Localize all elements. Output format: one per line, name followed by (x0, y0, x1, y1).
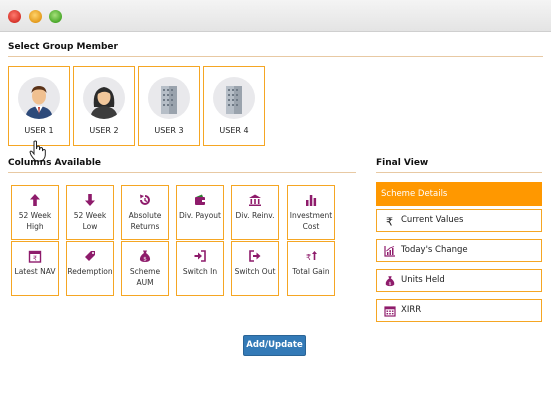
svg-text:$: $ (143, 257, 147, 263)
calendar-icon (384, 306, 396, 317)
column-label: 52 Week High (18, 211, 52, 231)
column-label: Investment Cost (289, 211, 333, 231)
male-user-icon (18, 77, 60, 119)
column-div-reinv[interactable]: Div. Reinv. (231, 185, 279, 240)
final-view-divider (376, 172, 542, 173)
column-label: Redemption (67, 267, 113, 276)
column-label: Div. Reinv. (235, 211, 275, 220)
refresh-icon (140, 194, 150, 205)
rupee-arrow-icon: ₹ (306, 251, 317, 262)
rupee-calendar-icon: ₹ (28, 250, 42, 263)
scheme-details-header: Scheme Details (376, 182, 542, 206)
wallet-icon (195, 194, 205, 205)
minimize-window-button[interactable] (29, 10, 42, 23)
arrow-down-icon (85, 194, 95, 206)
rupee-icon: ₹ (386, 216, 393, 228)
money-bag-icon: $ (385, 276, 395, 287)
arrow-up-icon (30, 194, 40, 206)
bar-chart-icon (306, 195, 317, 206)
final-item-label: Units Held (401, 275, 445, 285)
growth-chart-icon (384, 246, 395, 257)
column-label: Scheme AUM (129, 267, 161, 287)
sign-out-icon (249, 250, 261, 262)
final-item-label: Current Values (401, 215, 464, 225)
column-label: Div. Payout (179, 211, 221, 220)
female-user-icon (83, 77, 125, 119)
group-divider (8, 56, 543, 57)
final-item-label: XIRR (401, 305, 422, 315)
column-label: Switch In (182, 267, 218, 276)
user-card-2[interactable]: USER 2 (73, 66, 135, 146)
final-item-units-held[interactable]: $ Units Held (376, 269, 542, 292)
column-div-payout[interactable]: Div. Payout (176, 185, 224, 240)
column-label: 52 Week Low (73, 211, 107, 231)
user-label-4: USER 4 (219, 126, 249, 135)
user-label-1: USER 1 (24, 126, 54, 135)
svg-text:₹: ₹ (386, 216, 393, 228)
user-label-3: USER 3 (154, 126, 184, 135)
zoom-window-button[interactable] (49, 10, 62, 23)
column-label: Total Gain (292, 267, 330, 276)
user-card-4[interactable]: USER 4 (203, 66, 265, 146)
sign-in-icon (194, 250, 206, 262)
close-window-button[interactable] (8, 10, 21, 23)
window-titlebar (0, 0, 551, 32)
final-view-title: Final View (376, 158, 429, 168)
columns-divider (8, 172, 356, 173)
columns-section-title: Columns Available (8, 158, 102, 168)
final-item-todays-change[interactable]: Today's Change (376, 239, 542, 262)
column-label: Latest NAV (14, 267, 56, 276)
user-card-1[interactable]: USER 1 (8, 66, 70, 146)
column-label: Absolute Returns (128, 211, 162, 231)
user-label-2: USER 2 (89, 126, 119, 135)
column-switch-in[interactable]: Switch In (176, 241, 224, 296)
column-investment-cost[interactable]: Investment Cost (287, 185, 335, 240)
money-bag-icon: $ (139, 250, 151, 263)
column-absolute-returns[interactable]: Absolute Returns (121, 185, 169, 240)
building-icon (213, 77, 255, 119)
final-item-xirr[interactable]: XIRR (376, 299, 542, 322)
column-scheme-aum[interactable]: $ Scheme AUM (121, 241, 169, 296)
svg-text:$: $ (389, 281, 392, 287)
column-total-gain[interactable]: ₹ Total Gain (287, 241, 335, 296)
tag-icon (85, 251, 95, 261)
column-redemption[interactable]: Redemption (66, 241, 114, 296)
svg-text:₹: ₹ (33, 255, 37, 263)
column-latest-nav[interactable]: ₹ Latest NAV (11, 241, 59, 296)
column-label: Switch Out (234, 267, 276, 276)
column-52-week-low[interactable]: 52 Week Low (66, 185, 114, 240)
svg-text:₹: ₹ (306, 253, 311, 262)
final-item-label: Today's Change (401, 245, 468, 255)
group-section-title: Select Group Member (8, 42, 118, 52)
column-switch-out[interactable]: Switch Out (231, 241, 279, 296)
final-item-current-values[interactable]: ₹ Current Values (376, 209, 542, 232)
building-icon (148, 77, 190, 119)
user-card-3[interactable]: USER 3 (138, 66, 200, 146)
add-update-button[interactable]: Add/Update (243, 335, 306, 356)
bank-icon (249, 194, 261, 206)
column-52-week-high[interactable]: 52 Week High (11, 185, 59, 240)
